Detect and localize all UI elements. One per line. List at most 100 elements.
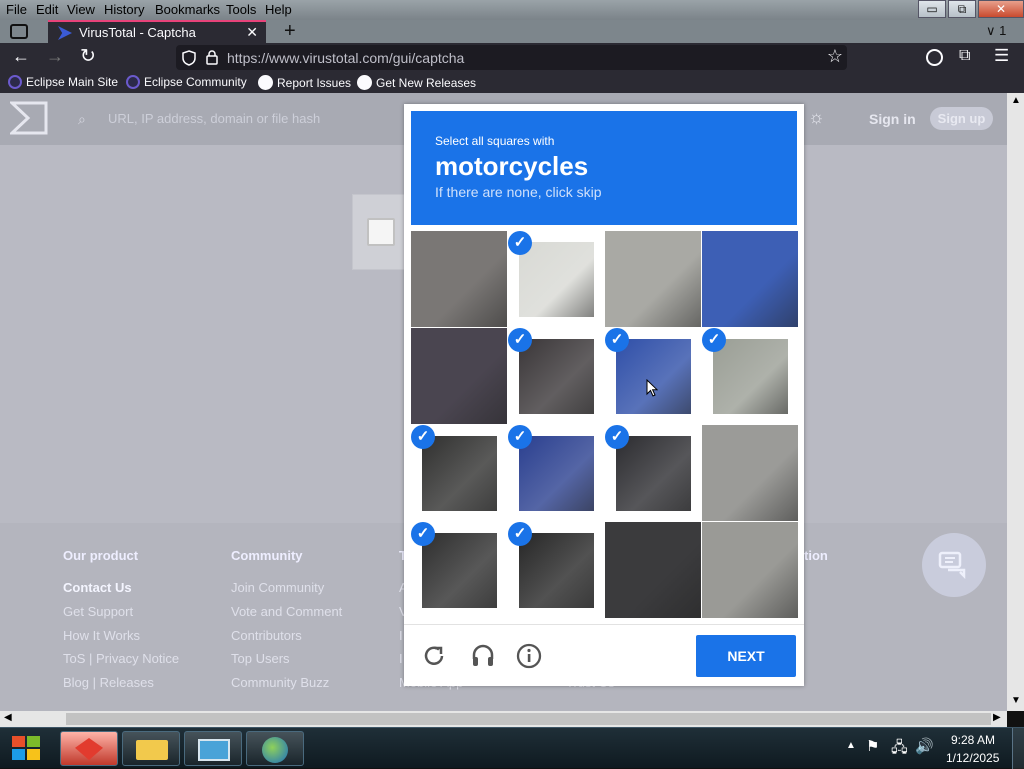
bookmark-report-issues[interactable]: Report Issues xyxy=(258,75,351,90)
captcha-tile[interactable]: ✓ xyxy=(508,231,604,327)
taskbar-picture-viewer[interactable] xyxy=(184,731,242,766)
bookmark-eclipse-community[interactable]: Eclipse Community xyxy=(126,75,247,89)
tab-overview-icon[interactable] xyxy=(10,24,28,39)
theme-toggle-icon[interactable]: ☼ xyxy=(808,107,825,128)
taskbar: ▲ ⚑ 🖧 🔊 9:28 AM 1/12/2025 xyxy=(0,727,1024,769)
footer-link-blog-releases[interactable]: Blog | Releases xyxy=(63,675,154,690)
menu-edit[interactable]: Edit xyxy=(36,2,58,17)
captcha-tile[interactable] xyxy=(411,328,507,424)
menu-history[interactable]: History xyxy=(104,2,144,17)
footer-col-community-title: Community xyxy=(231,548,303,563)
captcha-tile[interactable] xyxy=(605,522,701,618)
clock-time[interactable]: 9:28 AM xyxy=(951,733,995,747)
footer-link-contributors[interactable]: Contributors xyxy=(231,628,302,643)
captcha-tile[interactable]: ✓ xyxy=(605,425,701,521)
captcha-tile[interactable] xyxy=(702,231,798,327)
chat-button[interactable] xyxy=(922,533,986,597)
extensions-icon[interactable]: ⧉ xyxy=(959,47,970,65)
shield-icon[interactable] xyxy=(182,50,196,66)
menu-file[interactable]: File xyxy=(6,2,27,17)
horizontal-scrollbar[interactable]: ◀ ▶ xyxy=(0,711,1007,727)
captcha-tile[interactable]: ✓ xyxy=(605,328,701,424)
url-bar[interactable]: https://www.virustotal.com/gui/captcha ☆ xyxy=(176,45,847,70)
taskbar-download-manager[interactable] xyxy=(246,731,304,766)
footer-link-col3[interactable]: I xyxy=(399,628,403,643)
lock-icon[interactable] xyxy=(206,50,218,65)
captcha-tile[interactable]: ✓ xyxy=(702,328,798,424)
list-all-tabs-icon[interactable]: ∨ 1 xyxy=(986,23,1006,39)
clock-date[interactable]: 1/12/2025 xyxy=(946,751,999,765)
captcha-target-text: motorcycles xyxy=(435,151,589,181)
forward-arrow-icon[interactable]: → xyxy=(46,46,64,67)
horizontal-scroll-thumb[interactable] xyxy=(66,713,991,725)
next-button[interactable]: NEXT xyxy=(696,635,796,677)
action-center-flag-icon[interactable]: ⚑ xyxy=(866,737,879,755)
chat-icon xyxy=(938,551,966,579)
globe-download-icon xyxy=(262,737,288,763)
footer-link-top-users[interactable]: Top Users xyxy=(231,651,290,666)
virustotal-logo-icon[interactable] xyxy=(10,101,48,135)
footer-link-how-it-works[interactable]: How It Works xyxy=(63,628,140,643)
account-icon[interactable] xyxy=(926,49,943,66)
captcha-tile[interactable] xyxy=(702,425,798,521)
taskbar-file-explorer[interactable] xyxy=(122,731,180,766)
vt-search-input[interactable]: URL, IP address, domain or file hash xyxy=(108,111,320,126)
captcha-tile[interactable]: ✓ xyxy=(508,522,604,618)
footer-link-contact-us[interactable]: Contact Us xyxy=(63,580,132,595)
captcha-tile-image xyxy=(519,339,594,414)
reload-challenge-icon[interactable] xyxy=(422,644,446,668)
footer-link-col3[interactable]: I xyxy=(399,651,403,666)
folder-icon xyxy=(136,740,168,760)
recaptcha-anchor-box xyxy=(352,194,412,270)
captcha-tile[interactable] xyxy=(605,231,701,327)
sign-up-button[interactable]: Sign up xyxy=(930,107,993,130)
footer-link-join-community[interactable]: Join Community xyxy=(231,580,324,595)
windows-start-icon[interactable] xyxy=(10,733,44,763)
footer-link-get-support[interactable]: Get Support xyxy=(63,604,133,619)
captcha-tile[interactable]: ✓ xyxy=(411,425,507,521)
taskbar-app-red[interactable] xyxy=(60,731,118,766)
back-arrow-icon[interactable]: ← xyxy=(12,46,30,67)
app-menu-icon[interactable]: ☰ xyxy=(994,46,1009,66)
captcha-tile-image xyxy=(422,533,497,608)
restore-button[interactable]: ⧉ xyxy=(948,0,976,18)
scroll-right-arrow-icon[interactable]: ▶ xyxy=(993,712,1001,723)
github-icon xyxy=(258,75,273,90)
footer-link-vote-comment[interactable]: Vote and Comment xyxy=(231,604,342,619)
menu-view[interactable]: View xyxy=(67,2,95,17)
eclipse-icon xyxy=(126,75,140,89)
audio-challenge-icon[interactable] xyxy=(470,643,496,669)
vertical-scrollbar[interactable]: ▲ ▼ xyxy=(1007,93,1024,711)
new-tab-button[interactable]: + xyxy=(284,20,296,43)
recaptcha-checkbox[interactable] xyxy=(367,218,395,246)
footer-link-tos-privacy[interactable]: ToS | Privacy Notice xyxy=(63,651,179,666)
tray-expand-icon[interactable]: ▲ xyxy=(846,740,856,751)
bookmark-get-new-releases[interactable]: Get New Releases xyxy=(357,75,476,90)
captcha-tile[interactable] xyxy=(411,231,507,327)
bookmark-star-icon[interactable]: ☆ xyxy=(827,46,843,67)
scroll-up-arrow-icon[interactable]: ▲ xyxy=(1011,95,1021,106)
navigation-toolbar: ← → ↻ https://www.virustotal.com/gui/cap… xyxy=(0,43,1024,72)
scroll-left-arrow-icon[interactable]: ◀ xyxy=(4,712,12,723)
captcha-tile[interactable]: ✓ xyxy=(411,522,507,618)
show-desktop-button[interactable] xyxy=(1012,728,1024,769)
menu-tools[interactable]: Tools xyxy=(226,2,256,17)
network-icon[interactable]: 🖧 xyxy=(891,737,908,762)
footer-link-community-buzz[interactable]: Community Buzz xyxy=(231,675,329,690)
volume-icon[interactable]: 🔊 xyxy=(915,737,934,755)
captcha-tile[interactable] xyxy=(702,522,798,618)
info-icon[interactable] xyxy=(516,643,542,669)
tab-virustotal-captcha[interactable]: VirusTotal - Captcha ✕ xyxy=(48,20,266,43)
sign-in-link[interactable]: Sign in xyxy=(869,111,916,127)
bookmark-eclipse-main-site[interactable]: Eclipse Main Site xyxy=(8,75,118,89)
minimize-button[interactable]: ▭ xyxy=(918,0,946,18)
menu-bookmarks[interactable]: Bookmarks xyxy=(155,2,220,17)
reload-icon[interactable]: ↻ xyxy=(80,45,96,68)
captcha-tile[interactable]: ✓ xyxy=(508,328,604,424)
tab-close-icon[interactable]: ✕ xyxy=(246,24,258,41)
captcha-hint-text: If there are none, click skip xyxy=(435,184,602,200)
captcha-tile[interactable]: ✓ xyxy=(508,425,604,521)
scroll-down-arrow-icon[interactable]: ▼ xyxy=(1011,695,1021,706)
close-window-button[interactable]: ✕ xyxy=(978,0,1024,18)
menu-help[interactable]: Help xyxy=(265,2,292,17)
